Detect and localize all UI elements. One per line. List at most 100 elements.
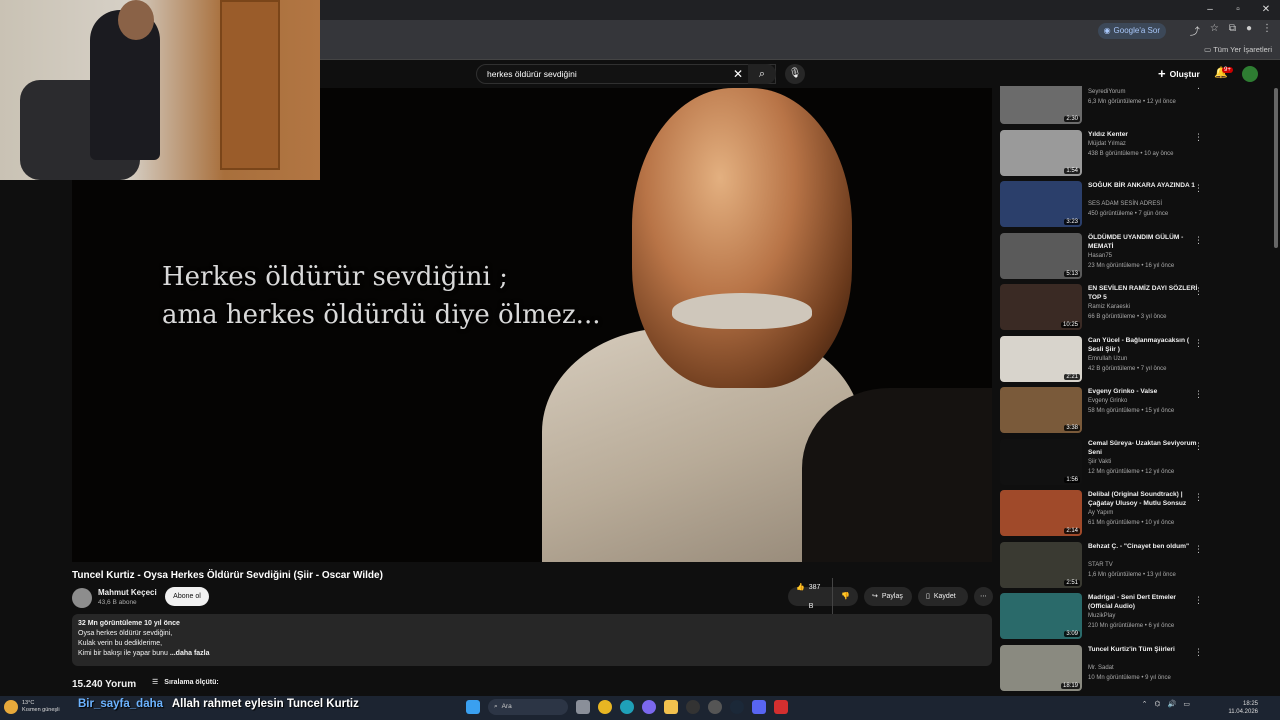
create-button[interactable]: + Oluştur <box>1158 66 1200 81</box>
more-options-icon[interactable]: ⋮ <box>1194 183 1203 194</box>
maximize-icon[interactable]: ▫ <box>1224 0 1252 20</box>
recommended-video[interactable]: 1:54 Yıldız Kenter Müjdat Yılmaz 438 B görü… <box>1000 129 1272 180</box>
dislike-button[interactable]: 👎 <box>833 587 858 606</box>
more-options-icon[interactable]: ⋮ <box>1194 647 1203 658</box>
more-options-icon[interactable]: ⋮ <box>1194 86 1203 91</box>
taskbar-search[interactable]: ⌕ Ara <box>488 699 568 715</box>
share-page-icon[interactable]: ⤴ <box>1190 23 1200 38</box>
video-thumbnail[interactable]: 18:19 <box>1000 644 1082 691</box>
recommended-channel[interactable]: SeyrediYorum <box>1088 89 1125 95</box>
channel-name[interactable]: Mahmut Keçeci <box>98 588 157 597</box>
close-window-icon[interactable]: ✕ <box>1252 0 1280 20</box>
recommended-video[interactable]: 3:38 Evgeny Grinko - Valse Evgeny Grinko 58… <box>1000 387 1272 437</box>
xbox-icon[interactable] <box>708 700 722 714</box>
more-options-icon[interactable]: ⋮ <box>1194 389 1203 400</box>
clear-search-icon[interactable]: ✕ <box>733 67 743 81</box>
chrome-icon[interactable] <box>598 700 612 714</box>
recommended-title[interactable]: Yıldız Kenter <box>1088 130 1200 139</box>
weather-widget[interactable]: 13°C Kısmen güneşli <box>4 700 60 714</box>
video-thumbnail[interactable]: 2:51 <box>1000 541 1082 588</box>
description-box[interactable]: 32 Mn görüntüleme 10 yıl önce Oysa herke… <box>72 614 992 666</box>
minimize-icon[interactable]: – <box>1196 0 1224 20</box>
video-thumbnail[interactable]: 1:56 <box>1000 438 1082 485</box>
profile-icon[interactable]: ● <box>1246 23 1252 38</box>
recommended-video[interactable]: 2:21 Can Yücel - Bağlanmayacaksın ( Sesli… <box>1000 335 1272 386</box>
page-scrollbar[interactable] <box>1274 88 1278 248</box>
subscribe-button[interactable]: Abone ol <box>165 587 209 606</box>
recommended-title[interactable]: Evgeny Grinko - Valse <box>1088 387 1200 396</box>
like-button[interactable]: 👍 387 B <box>788 577 834 616</box>
search-button[interactable]: ⌕ <box>748 64 776 84</box>
video-thumbnail[interactable]: 1:54 <box>1000 129 1082 176</box>
recommended-video[interactable]: 3:23 SOĞUK BİR ANKARA AYAZINDA 1 SES ADAM … <box>1000 181 1272 231</box>
file-explorer-icon[interactable] <box>664 700 678 714</box>
discord-icon[interactable] <box>752 700 766 714</box>
more-options-icon[interactable]: ⋮ <box>1194 338 1203 349</box>
video-thumbnail[interactable]: 10:25 <box>1000 284 1082 330</box>
sort-comments-button[interactable]: ☰ Sıralama ölçütü: <box>152 678 219 687</box>
recommended-title[interactable]: Behzat Ç. - "Cinayet ben oldum" <box>1088 542 1200 551</box>
recommended-channel[interactable]: Emrullah Uzun <box>1088 356 1127 362</box>
network-icon[interactable]: ⌬ <box>1155 700 1161 708</box>
extensions-icon[interactable]: ⧉ <box>1229 23 1236 38</box>
show-more-link[interactable]: ...daha fazla <box>170 650 210 657</box>
video-thumbnail[interactable]: 3:38 <box>1000 387 1082 433</box>
search-input[interactable]: herkes öldürür sevdiğini ✕ <box>476 64 776 84</box>
recommended-video[interactable]: 2:51 Behzat Ç. - "Cinayet ben oldum" STAR … <box>1000 541 1272 592</box>
bookmark-star-icon[interactable]: ☆ <box>1210 23 1219 38</box>
recommended-video[interactable]: 1:56 Cemal Süreya- Uzaktan Seviyorum Seni… <box>1000 438 1272 489</box>
recommended-channel[interactable]: MuzikPlay <box>1088 613 1115 619</box>
battery-icon[interactable]: ▭ <box>1183 700 1190 708</box>
recommended-video[interactable]: 3:09 Madrigal - Seni Dert Etmeler (Offici… <box>1000 593 1272 643</box>
video-thumbnail[interactable]: 2:30 <box>1000 86 1082 124</box>
video-thumbnail[interactable]: 2:21 <box>1000 335 1082 382</box>
recommended-channel[interactable]: SES ADAM SESİN ADRESİ <box>1088 201 1162 207</box>
more-options-icon[interactable]: ⋮ <box>1194 595 1203 606</box>
recommended-video[interactable]: 10:25 EN SEVİLEN RAMİZ DAYI SÖZLERİ TOP 5… <box>1000 284 1272 334</box>
recommended-video[interactable]: 5:13 ÖLDÜMDE UYANDIM GÜLÜM - MEMATİ Hasan7… <box>1000 232 1272 283</box>
recommended-title[interactable]: Tuncel Kurtiz'in Tüm Şiirleri <box>1088 645 1200 654</box>
more-options-icon[interactable]: ⋮ <box>1194 544 1203 555</box>
more-actions-button[interactable]: ⋯ <box>974 587 993 606</box>
recommended-title[interactable]: Madrigal - Seni Dert Etmeler (Official A… <box>1088 593 1200 611</box>
task-view-icon[interactable] <box>576 700 590 714</box>
channel-avatar[interactable] <box>72 588 92 608</box>
recommended-channel[interactable]: Mr. Sadat <box>1088 665 1114 671</box>
recommended-title[interactable]: Cemal Süreya- Uzaktan Seviyorum Seni <box>1088 439 1200 457</box>
recommended-channel[interactable]: Hasan75 <box>1088 253 1112 259</box>
steam-icon[interactable] <box>730 700 744 714</box>
recommended-video[interactable]: 18:19 Tuncel Kurtiz'in Tüm Şiirleri Mr. Sa… <box>1000 644 1272 695</box>
more-options-icon[interactable]: ⋮ <box>1194 132 1203 143</box>
all-bookmarks-button[interactable]: ▭ Tüm Yer İşaretleri <box>1204 45 1272 54</box>
recommended-title[interactable]: SOĞUK BİR ANKARA AYAZINDA 1 <box>1088 181 1200 190</box>
more-options-icon[interactable]: ⋮ <box>1194 286 1203 297</box>
more-options-icon[interactable]: ⋮ <box>1194 492 1203 503</box>
recommended-video[interactable]: 2:14 Delibal (Original Soundtrack) | Çağa… <box>1000 490 1272 540</box>
video-thumbnail[interactable]: 3:23 <box>1000 181 1082 227</box>
windows-start-icon[interactable] <box>466 700 480 714</box>
recommended-title[interactable]: Can Yücel - Bağlanmayacaksın ( Sesli Şii… <box>1088 336 1200 354</box>
red-app-icon[interactable] <box>774 700 788 714</box>
save-button[interactable]: ▯ Kaydet <box>918 587 968 606</box>
more-options-icon[interactable]: ⋮ <box>1194 441 1203 452</box>
copilot-icon[interactable] <box>642 700 656 714</box>
speaker-icon[interactable]: 🔊 <box>1168 700 1177 708</box>
obs-icon[interactable] <box>686 700 700 714</box>
menu-dots-icon[interactable]: ⋮ <box>1262 23 1272 38</box>
recommended-channel[interactable]: Ramiz Karaeski <box>1088 304 1130 310</box>
video-thumbnail[interactable]: 5:13 <box>1000 232 1082 279</box>
recommended-title[interactable]: ÖLDÜMDE UYANDIM GÜLÜM - MEMATİ <box>1088 233 1200 251</box>
video-thumbnail[interactable]: 3:09 <box>1000 593 1082 639</box>
google-ask-button[interactable]: ◉ Google'a Sor <box>1097 23 1166 39</box>
recommended-channel[interactable]: STAR TV <box>1088 562 1113 568</box>
edge-icon[interactable] <box>620 700 634 714</box>
voice-search-button[interactable]: 🎙 <box>785 64 805 84</box>
recommended-title[interactable]: EN SEVİLEN RAMİZ DAYI SÖZLERİ TOP 5 <box>1088 284 1200 302</box>
share-button[interactable]: ↪ Paylaş <box>864 587 912 606</box>
recommended-channel[interactable]: Ay Yapım <box>1088 510 1113 516</box>
recommended-channel[interactable]: Evgeny Grinko <box>1088 398 1127 404</box>
more-options-icon[interactable]: ⋮ <box>1194 235 1203 246</box>
video-thumbnail[interactable]: 2:14 <box>1000 490 1082 536</box>
recommended-channel[interactable]: Müjdat Yılmaz <box>1088 141 1126 147</box>
recommended-channel[interactable]: Şiir Vakti <box>1088 459 1111 465</box>
